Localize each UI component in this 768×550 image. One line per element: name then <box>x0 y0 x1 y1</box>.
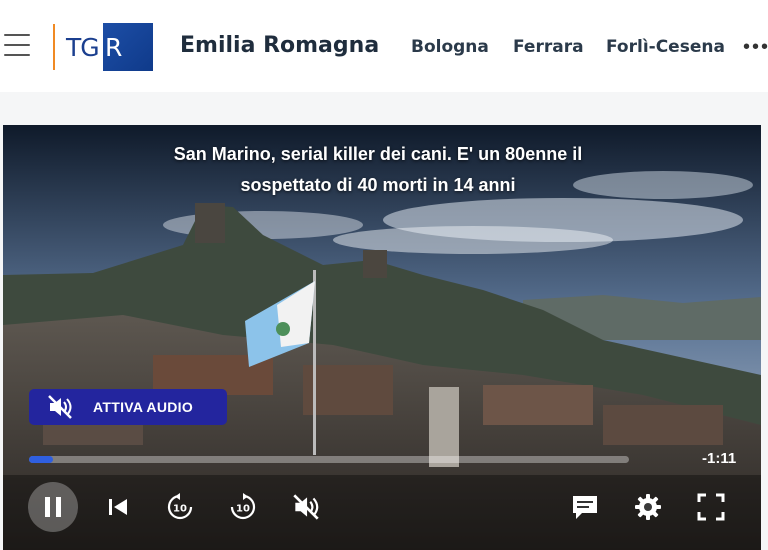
nav-item-forli-cesena[interactable]: Forlì-Cesena <box>606 37 725 57</box>
replay-10-icon: 10 <box>167 493 193 520</box>
site-header: TG R Emilia Romagna Bologna Ferrara Forl… <box>0 0 768 92</box>
fullscreen-icon <box>697 493 725 521</box>
more-menu-icon[interactable]: ••• <box>743 36 768 59</box>
volume-off-icon <box>293 494 319 520</box>
gear-icon <box>635 494 661 520</box>
progress-fill <box>29 456 53 463</box>
logo-text-r: R <box>103 23 153 71</box>
nav-item-ferrara[interactable]: Ferrara <box>513 37 584 57</box>
forward-10-button[interactable]: 10 <box>218 482 268 532</box>
subtitles-button[interactable] <box>560 482 610 532</box>
pause-icon <box>45 497 50 517</box>
nav-item-bologna[interactable]: Bologna <box>411 37 489 57</box>
pause-button[interactable] <box>28 482 78 532</box>
skip-previous-icon <box>109 499 127 515</box>
activate-audio-button[interactable]: ATTIVA AUDIO <box>29 389 227 425</box>
time-remaining: -1:11 <box>702 450 737 467</box>
svg-text:10: 10 <box>236 504 250 515</box>
volume-off-icon <box>48 395 72 419</box>
logo-text-tg: TG <box>66 32 100 62</box>
region-title[interactable]: Emilia Romagna <box>180 33 379 58</box>
activate-audio-label: ATTIVA AUDIO <box>93 399 194 415</box>
fullscreen-button[interactable] <box>686 482 736 532</box>
hamburger-icon[interactable] <box>4 34 30 56</box>
replay-10-button[interactable]: 10 <box>155 482 205 532</box>
progress-bar[interactable] <box>29 456 629 463</box>
video-title: San Marino, serial killer dei cani. E' u… <box>173 144 583 195</box>
mute-button[interactable] <box>281 482 331 532</box>
logo-divider <box>53 24 55 70</box>
settings-button[interactable] <box>623 482 673 532</box>
video-player[interactable]: San Marino, serial killer dei cani. E' u… <box>3 125 761 550</box>
svg-text:10: 10 <box>173 504 187 515</box>
forward-10-icon: 10 <box>230 493 256 520</box>
tgr-logo[interactable]: TG R <box>66 23 153 71</box>
skip-previous-button[interactable] <box>93 482 143 532</box>
subtitles-icon <box>573 496 597 519</box>
